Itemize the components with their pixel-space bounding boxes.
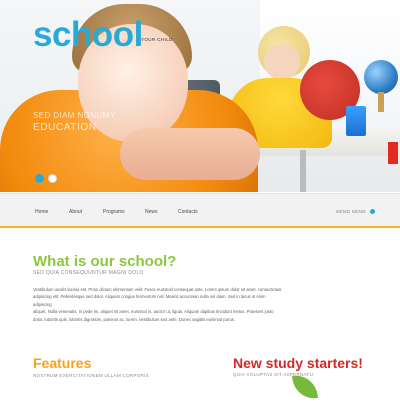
slider-dot-1[interactable] (35, 174, 44, 183)
nav-item-news[interactable]: News (145, 209, 158, 215)
search-label[interactable]: SEND SEND (336, 209, 366, 214)
nav-item-contacts[interactable]: Contacts (178, 209, 198, 215)
hero-tagline-line1: SED DIAM NONUMY (33, 111, 116, 120)
blue-cup (346, 106, 366, 136)
about-paragraph-line-1: Vestibulum iaculis lacinia est. Proin di… (33, 287, 282, 292)
hero-tagline-line2: EDUCATION (33, 122, 97, 133)
logo-subtitle: YOUR CHILD (141, 37, 173, 42)
red-pencil (388, 142, 398, 164)
slider-dot-2[interactable] (48, 174, 57, 183)
features-subtitle: NOSTRUM EXERCITATIONEM ULLAM CORPORIS (33, 373, 149, 378)
about-paragraph: Vestibulum iaculis lacinia est. Proin di… (33, 286, 283, 323)
girl-face (264, 44, 300, 80)
new-study-title: New study starters! (233, 355, 363, 371)
main-navigation: Home About Programs News Contacts SEND S… (0, 193, 400, 228)
globe-stand (378, 92, 384, 112)
leaf-icon (291, 372, 319, 402)
site-logo[interactable]: school (33, 15, 143, 55)
nav-item-home[interactable]: Home (35, 209, 48, 215)
about-subtitle: SED QUIA CONSEQUUNTUR MAGNI DOLO (33, 270, 144, 276)
search-icon[interactable] (369, 209, 375, 214)
about-paragraph-line-4: dolor, lobortis quis, lobortis dignissim… (33, 316, 236, 322)
nav-item-about[interactable]: About (69, 209, 82, 215)
boy-arm (120, 128, 260, 180)
slider-pagination (35, 174, 57, 183)
search-box[interactable]: SEND SEND (336, 209, 375, 214)
about-paragraph-line-3: aliquet. Nulla venenatis. In pede mi, al… (33, 309, 274, 315)
globe-icon (364, 60, 398, 94)
features-title: Features (33, 355, 92, 371)
hero-banner: school YOUR CHILD SED DIAM NONUMY EDUCAT… (0, 0, 400, 192)
about-title: What is our school? (33, 253, 177, 270)
about-paragraph-line-2: adipiscing elit. Pellentesque sed dolor.… (33, 294, 266, 307)
nav-item-programs[interactable]: Programs (103, 209, 125, 215)
